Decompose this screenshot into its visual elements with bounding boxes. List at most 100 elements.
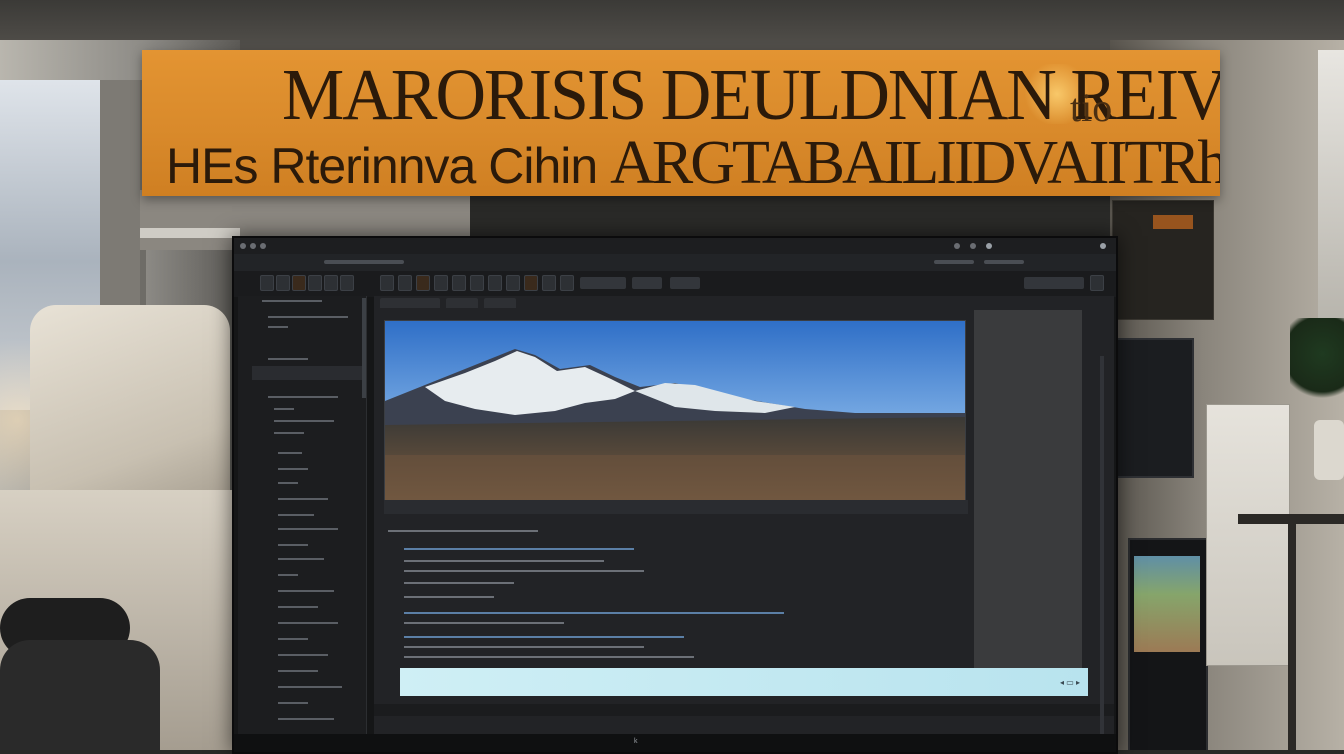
editor-monitor: ◂ ▭ ▸ k xyxy=(232,236,1118,754)
properties-panel xyxy=(974,310,1082,670)
toolbar-button[interactable] xyxy=(632,277,662,289)
sidebar-item[interactable] xyxy=(268,396,338,398)
sidebar-item[interactable] xyxy=(268,316,348,318)
viewport-controls[interactable] xyxy=(384,500,968,514)
tool-icon[interactable] xyxy=(380,275,394,291)
sidebar-scrollbar[interactable] xyxy=(362,298,366,398)
window-dot-icon[interactable] xyxy=(240,243,246,249)
tab-item[interactable] xyxy=(484,298,516,308)
tool-icon[interactable] xyxy=(292,275,306,291)
console-line xyxy=(404,596,494,598)
tool-icon[interactable] xyxy=(276,275,290,291)
toolbar-button[interactable] xyxy=(670,277,700,289)
tool-icon[interactable] xyxy=(340,275,354,291)
window-dot-icon[interactable] xyxy=(954,243,960,249)
console-line xyxy=(404,636,684,638)
window-dot-icon[interactable] xyxy=(986,243,992,249)
menu-item[interactable] xyxy=(324,260,404,264)
tool-icon[interactable] xyxy=(260,275,274,291)
sidebar-item[interactable] xyxy=(278,452,302,454)
tab-item[interactable] xyxy=(446,298,478,308)
window-dot-icon[interactable] xyxy=(250,243,256,249)
tool-icon[interactable] xyxy=(434,275,448,291)
tool-icon[interactable] xyxy=(488,275,502,291)
content-scrollbar[interactable] xyxy=(1100,356,1104,746)
tool-icon[interactable] xyxy=(1090,275,1104,291)
menu-item[interactable] xyxy=(984,260,1024,264)
console-header xyxy=(388,530,538,532)
close-icon[interactable] xyxy=(1100,243,1106,249)
sidebar-item[interactable] xyxy=(278,498,328,500)
sidebar-item[interactable] xyxy=(278,544,308,546)
tool-icon[interactable] xyxy=(452,275,466,291)
tool-icon[interactable] xyxy=(542,275,556,291)
console-line xyxy=(404,622,564,624)
sidebar-item[interactable] xyxy=(278,558,324,560)
tool-icon[interactable] xyxy=(506,275,520,291)
console-input-highlight[interactable]: ◂ ▭ ▸ xyxy=(400,668,1088,696)
sidebar-item[interactable] xyxy=(278,686,342,688)
banner-subline: HEs Rterinnva Cihin ARGTABAILIIDVAIITRha… xyxy=(166,128,1220,196)
tool-icon[interactable] xyxy=(524,275,538,291)
sidebar-item[interactable] xyxy=(278,528,338,530)
console-line xyxy=(404,612,784,614)
black-cushion xyxy=(0,640,160,750)
console-line xyxy=(404,548,634,550)
shelf xyxy=(140,228,240,238)
plant xyxy=(1290,318,1344,408)
side-monitor xyxy=(1114,338,1194,478)
vase xyxy=(1314,420,1344,480)
window-dot-icon[interactable] xyxy=(260,243,266,249)
sidebar-item[interactable] xyxy=(278,638,308,640)
tool-icon[interactable] xyxy=(416,275,430,291)
sidebar-item[interactable] xyxy=(278,514,314,516)
sidebar-item[interactable] xyxy=(278,574,298,576)
sidebar-item[interactable] xyxy=(278,654,328,656)
second-side-monitor xyxy=(1128,538,1208,750)
sidebar-item[interactable] xyxy=(278,622,338,624)
sidebar-item[interactable] xyxy=(278,702,308,704)
taskbar-label: k xyxy=(634,738,638,745)
sidebar-item[interactable] xyxy=(262,300,322,302)
tool-icon[interactable] xyxy=(398,275,412,291)
sidebar-item[interactable] xyxy=(278,718,334,720)
image-viewport[interactable] xyxy=(384,320,966,504)
tool-icon[interactable] xyxy=(470,275,484,291)
sidebar-item[interactable] xyxy=(278,590,334,592)
console-line xyxy=(404,646,644,648)
banner-subline-a: HEs Rterinnva Cihin xyxy=(166,138,611,194)
tab-item[interactable] xyxy=(380,298,440,308)
orange-banner: MARORISIS DEULDNIAN REIVOR tio HEs Rteri… xyxy=(142,50,1220,196)
right-window xyxy=(1318,50,1344,330)
banner-subline-b: ARGTABAILIIDVAIITRhaKE3 xyxy=(610,129,1220,196)
sidebar-item[interactable] xyxy=(274,408,294,410)
mountain-image xyxy=(385,321,965,503)
toolbar-dropdown[interactable] xyxy=(580,277,626,289)
wall-art xyxy=(1206,404,1290,666)
sofa-back xyxy=(30,305,230,505)
menu-item[interactable] xyxy=(934,260,974,264)
sidebar-toolbar[interactable] xyxy=(252,366,362,380)
sidebar-item[interactable] xyxy=(278,468,308,470)
sidebar-item[interactable] xyxy=(274,420,334,422)
console-toggle-icon[interactable]: ◂ ▭ ▸ xyxy=(1060,678,1080,687)
sidebar-item[interactable] xyxy=(274,432,304,434)
sidebar-item[interactable] xyxy=(268,358,308,360)
sidebar-item[interactable] xyxy=(278,606,318,608)
sidebar-item[interactable] xyxy=(278,670,318,672)
tool-icon[interactable] xyxy=(308,275,322,291)
console-line xyxy=(404,656,694,658)
window-dot-icon[interactable] xyxy=(970,243,976,249)
sidebar-item[interactable] xyxy=(268,326,288,328)
console-line xyxy=(404,570,644,572)
console-line xyxy=(404,582,514,584)
sidebar-item[interactable] xyxy=(278,482,298,484)
side-monitor-screen xyxy=(1134,556,1200,652)
toolbar-button[interactable] xyxy=(1024,277,1084,289)
tab-strip xyxy=(380,298,980,310)
tool-icon[interactable] xyxy=(560,275,574,291)
tool-icon[interactable] xyxy=(324,275,338,291)
banner-small-text: tio xyxy=(1070,85,1113,130)
console-line xyxy=(404,560,604,562)
window-titlebar xyxy=(234,238,1116,254)
